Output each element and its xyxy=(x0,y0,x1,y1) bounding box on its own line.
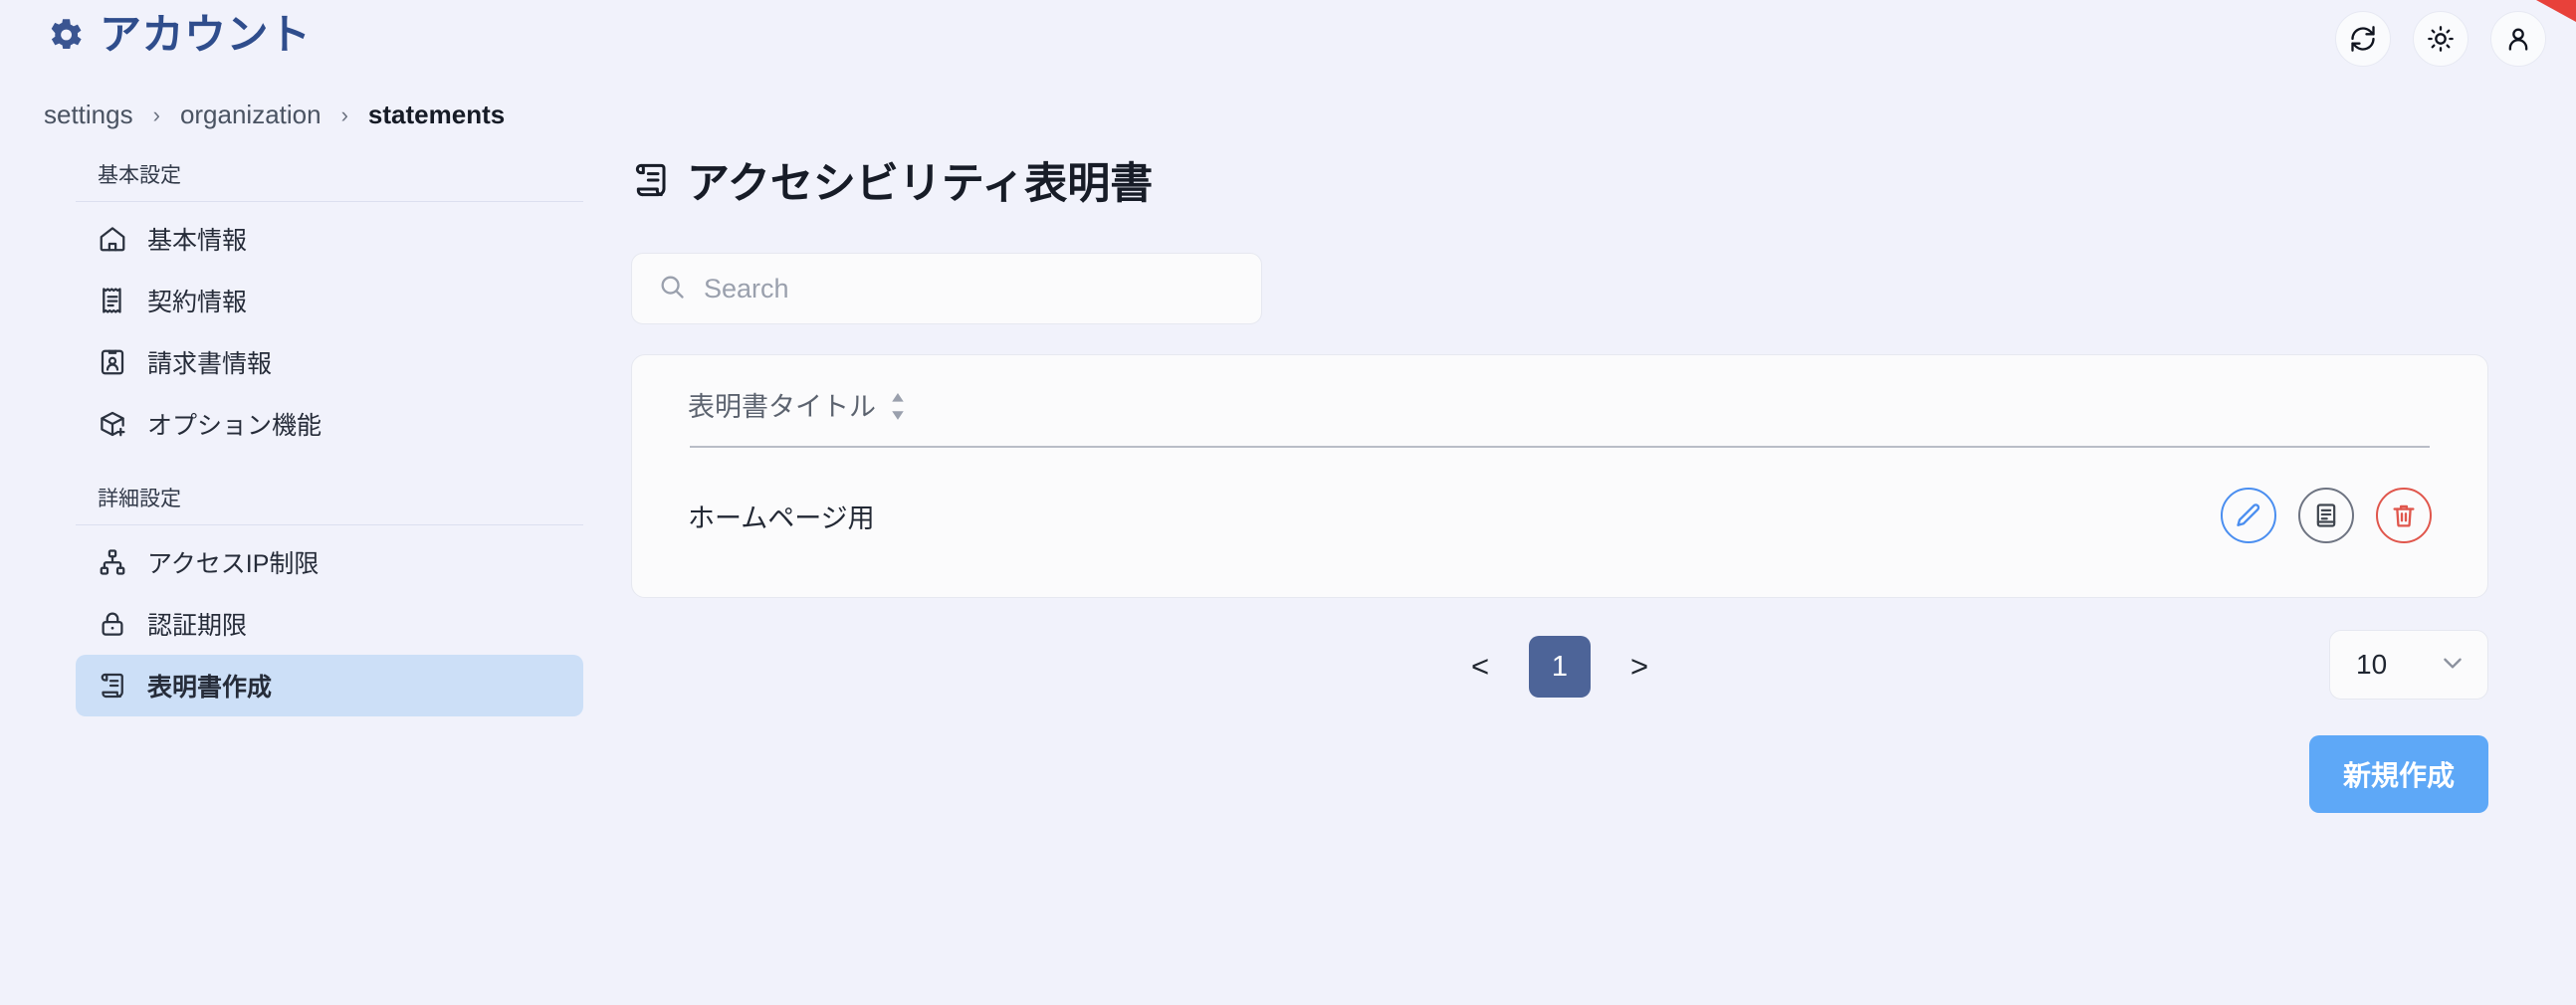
sidebar-item-auth-expiry[interactable]: 認証期限 xyxy=(76,593,583,655)
document-icon[interactable] xyxy=(2298,488,2354,543)
lock-icon xyxy=(98,609,127,639)
page-title-text: アクセシビリティ表明書 xyxy=(687,160,1154,208)
sidebar-section-title-basic: 基本設定 xyxy=(76,149,583,202)
page-title: アクセシビリティ表明書 xyxy=(631,149,2488,211)
breadcrumb-item-settings[interactable]: settings xyxy=(44,100,133,130)
home-icon xyxy=(98,224,127,254)
pagination: < 1 > xyxy=(631,636,2488,698)
app-title: アカウント xyxy=(100,11,312,58)
trash-icon[interactable] xyxy=(2376,488,2432,543)
search-input[interactable] xyxy=(704,273,1235,304)
sidebar-item-option-features[interactable]: オプション機能 xyxy=(76,393,583,455)
page-size-select[interactable]: 10 xyxy=(2329,630,2488,700)
breadcrumb-separator: › xyxy=(152,101,160,127)
column-header-label: 表明書タイトル xyxy=(688,392,876,422)
sidebar-item-label: 基本情報 xyxy=(147,227,248,255)
refresh-icon[interactable] xyxy=(2335,11,2391,67)
sidebar-item-label: 認証期限 xyxy=(147,612,248,640)
breadcrumb-item-statements: statements xyxy=(367,100,506,129)
scroll-icon xyxy=(98,671,127,701)
sort-toggle-icon[interactable] xyxy=(890,392,906,420)
header-actions xyxy=(2335,11,2546,67)
create-row: 新規作成 xyxy=(631,735,2488,813)
page-size-value: 10 xyxy=(2356,649,2388,680)
receipt-icon xyxy=(98,286,127,315)
corner-notch xyxy=(2536,0,2576,22)
sidebar-item-label: オプション機能 xyxy=(147,412,322,440)
row-actions xyxy=(2221,488,2432,543)
statements-table-card: 表明書タイトル ホームページ用 xyxy=(631,354,2488,598)
brand: アカウント xyxy=(44,14,312,56)
table-header-row: 表明書タイトル xyxy=(632,385,2487,446)
sidebar-item-label: 契約情報 xyxy=(147,289,248,316)
sidebar: 基本設定 基本情報 契約情報 請求書情報 オプション機能 詳細設定 アクセスIP… xyxy=(76,149,583,716)
gear-icon xyxy=(44,14,86,56)
sidebar-item-access-ip-restriction[interactable]: アクセスIP制限 xyxy=(76,531,583,593)
pagination-next-button[interactable]: > xyxy=(1616,644,1662,690)
statements-table: 表明書タイトル ホームページ用 xyxy=(632,385,2487,597)
table-row[interactable]: ホームページ用 xyxy=(632,448,2487,597)
breadcrumb: settings › organization › statements xyxy=(44,100,505,130)
cell-statement-title: ホームページ用 xyxy=(688,502,875,533)
package-plus-icon xyxy=(98,409,127,439)
search-icon xyxy=(658,273,686,305)
sidebar-item-label: 請求書情報 xyxy=(147,350,273,378)
pagination-prev-button[interactable]: < xyxy=(1457,644,1503,690)
breadcrumb-separator: › xyxy=(340,101,348,127)
sidebar-item-invoice-info[interactable]: 請求書情報 xyxy=(76,331,583,393)
sidebar-item-contract-info[interactable]: 契約情報 xyxy=(76,270,583,331)
sidebar-section-title-advanced: 詳細設定 xyxy=(76,473,583,525)
edit-icon[interactable] xyxy=(2221,488,2276,543)
contact-card-icon xyxy=(98,347,127,377)
chevron-down-icon xyxy=(2440,650,2466,681)
sidebar-item-label: 表明書作成 xyxy=(147,674,273,702)
sun-icon[interactable] xyxy=(2413,11,2469,67)
column-header-statement-title[interactable]: 表明書タイトル xyxy=(688,385,906,424)
sidebar-item-label: アクセスIP制限 xyxy=(147,550,320,578)
sidebar-item-basic-info[interactable]: 基本情報 xyxy=(76,208,583,270)
create-new-button[interactable]: 新規作成 xyxy=(2308,735,2488,813)
main-content: アクセシビリティ表明書 表明書タイトル xyxy=(631,149,2488,813)
pagination-page-1[interactable]: 1 xyxy=(1529,636,1591,698)
search-box[interactable] xyxy=(631,253,1262,324)
pagination-bar: < 1 > 10 xyxy=(631,630,2488,707)
network-icon xyxy=(98,547,127,577)
scroll-icon xyxy=(631,160,671,200)
breadcrumb-item-organization[interactable]: organization xyxy=(180,100,322,130)
sidebar-item-statement-creation[interactable]: 表明書作成 xyxy=(76,655,583,716)
app-header: アカウント xyxy=(0,0,2576,90)
app-root: アカウント settings › organization › statemen… xyxy=(0,0,2576,1005)
